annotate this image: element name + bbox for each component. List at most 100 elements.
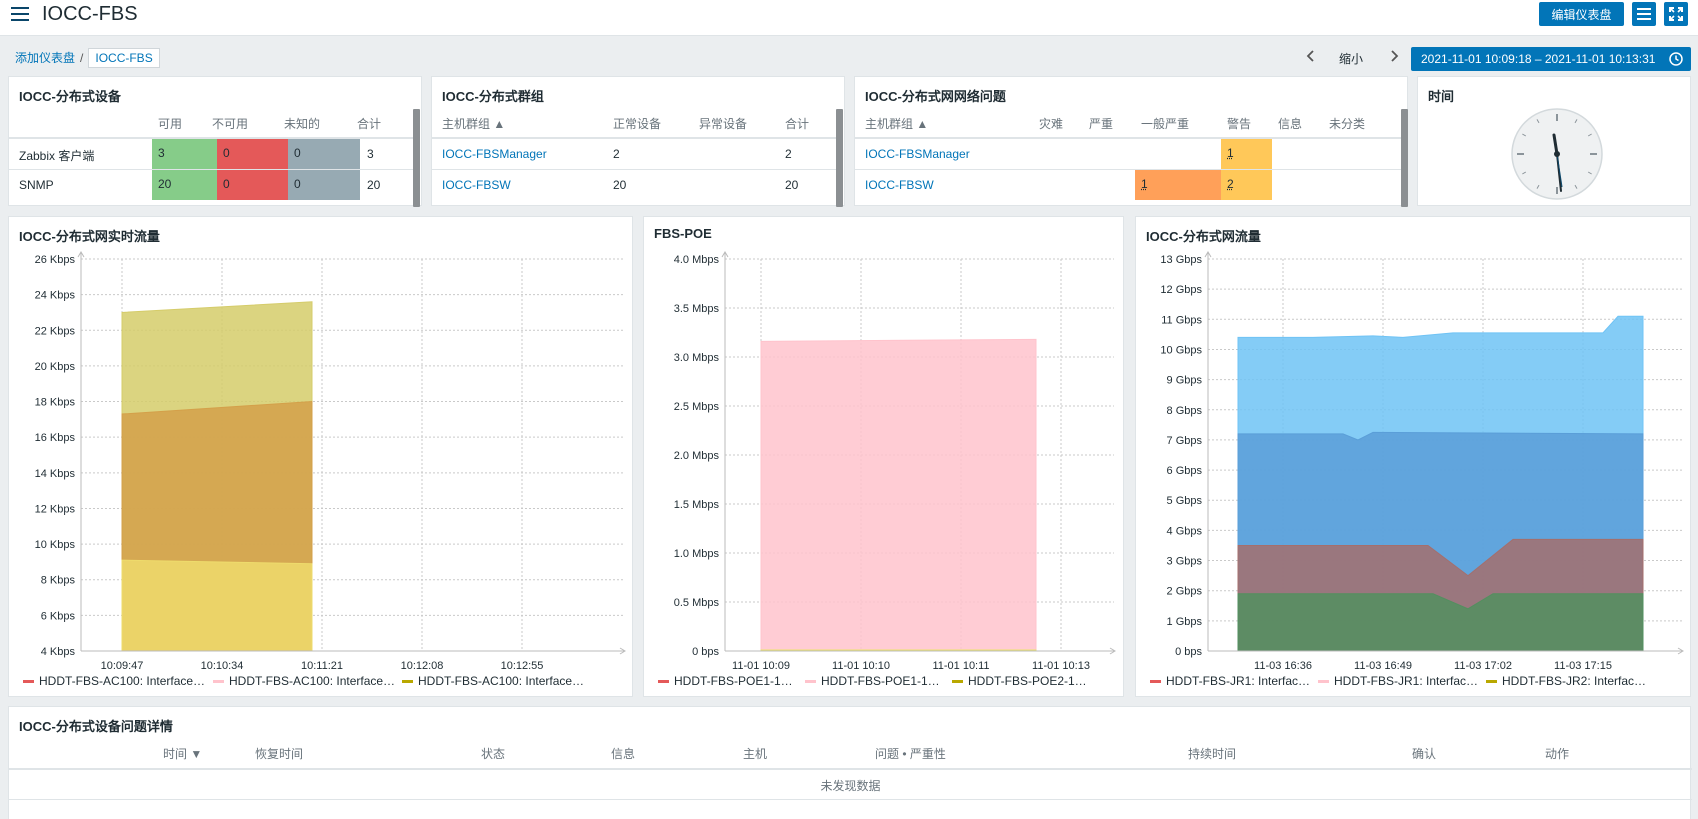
list-icon[interactable] [1632, 2, 1656, 26]
clock-widget: 时间 [1417, 76, 1691, 206]
breadcrumb-current[interactable]: IOCC-FBS [88, 48, 160, 68]
widget-title: IOCC-分布式群组 [442, 89, 544, 104]
zoom-out-button[interactable]: 缩小 [1339, 50, 1363, 67]
col-status: 状态 [481, 747, 506, 761]
average-cell[interactable]: 1 [1135, 170, 1221, 200]
page-title: IOCC-FBS [42, 3, 138, 25]
y-tick-label: 6 Gbps [1167, 465, 1203, 477]
group-link[interactable]: IOCC-FBSManager [865, 147, 970, 161]
analog-clock [1511, 108, 1603, 200]
x-tick-label: 11-01 10:09 [732, 660, 790, 672]
series-area [121, 559, 313, 652]
y-tick-label: 11 Gbps [1161, 314, 1202, 326]
group-link[interactable]: IOCC-FBSManager [442, 147, 547, 161]
graph2-widget: FBS-POE 0 bps 0.5 Mbps 1.0 Mbps 1.5 Mbps 2.0… [643, 216, 1124, 697]
col-total: 合计 [785, 117, 810, 131]
col-not-classified: 未分类 [1329, 117, 1366, 131]
y-tick-label: 4 Kbps [41, 646, 76, 658]
legend-item: HDDT-FBS-AC100: Interface… [213, 674, 395, 688]
y-tick-label: 1 Gbps [1167, 616, 1203, 628]
x-tick-label: 11-01 10:13 [1032, 660, 1090, 672]
group-link[interactable]: IOCC-FBSW [865, 178, 934, 192]
edit-dashboard-button[interactable]: 编辑仪表盘 [1539, 2, 1624, 26]
y-tick-label: 10 Gbps [1160, 344, 1202, 356]
y-tick-label: 8 Gbps [1167, 405, 1203, 417]
widget-title: 时间 [1428, 89, 1455, 104]
col-host: 主机 [743, 747, 768, 761]
unknown-cell[interactable]: 0 [288, 170, 360, 200]
col-normal: 正常设备 [613, 117, 662, 131]
col-average: 一般严重 [1141, 117, 1190, 131]
col-ack: 确认 [1412, 747, 1437, 761]
unavailable-cell[interactable]: 0 [217, 139, 288, 169]
groups-widget: IOCC-分布式群组 主机群组 ▲ 正常设备 异常设备 合计 IOCC-FBSM… [431, 76, 845, 207]
col-warning: 警告 [1227, 117, 1252, 131]
normal-value: 2 [613, 147, 620, 161]
total-value: 20 [785, 178, 799, 192]
col-available: 可用 [158, 117, 183, 131]
col-host-group[interactable]: 主机群组 ▲ [865, 115, 928, 132]
x-tick-label: 11-01 10:11 [932, 660, 989, 672]
x-tick-label: 10:11:21 [301, 660, 343, 672]
traffic-chart[interactable]: 4 Kbps 6 Kbps 8 Kbps 10 Kbps 12 Kbps 14 Kbps 1… [9, 217, 634, 678]
y-tick-label: 26 Kbps [35, 254, 76, 266]
y-tick-label: 1.5 Mbps [674, 499, 720, 511]
y-tick-label: 0 bps [692, 646, 719, 658]
col-host-group[interactable]: 主机群组 ▲ [442, 115, 505, 132]
y-tick-label: 3.0 Mbps [674, 352, 720, 364]
legend-item: HDDT-FBS-POE1-1… [658, 674, 793, 688]
y-tick-label: 2.5 Mbps [674, 401, 720, 413]
problem-details-widget: IOCC-分布式设备问题详情 时间 ▼ 恢复时间 状态 信息 主机 问题 • 严… [8, 706, 1692, 819]
col-problem-severity: 问题 • 严重性 [875, 747, 946, 761]
y-tick-label: 2.0 Mbps [674, 450, 720, 462]
scrollbar[interactable] [413, 109, 420, 207]
devices-widget: IOCC-分布式设备 可用 不可用 未知的 合计 Zabbix 客户端 3 0 … [8, 76, 422, 207]
scrollbar[interactable] [836, 109, 843, 207]
y-tick-label: 18 Kbps [35, 397, 76, 409]
y-tick-label: 1.0 Mbps [674, 548, 720, 560]
unknown-cell[interactable]: 0 [288, 139, 360, 169]
row-label: SNMP [19, 178, 54, 192]
legend-item: HDDT-FBS-POE2-1… [952, 674, 1087, 688]
unavailable-cell[interactable]: 0 [217, 170, 288, 200]
y-tick-label: 0 bps [1175, 646, 1202, 658]
widget-title: IOCC-分布式设备问题详情 [19, 719, 173, 734]
x-tick-label: 10:12:08 [401, 660, 444, 672]
y-tick-label: 7 Gbps [1167, 435, 1203, 447]
available-cell[interactable]: 20 [152, 170, 217, 200]
chevron-left-icon[interactable] [1303, 48, 1319, 64]
scrollbar[interactable] [1401, 109, 1408, 207]
time-range-button[interactable]: 2021-11-01 10:09:18 – 2021-11-01 10:13:3… [1411, 47, 1691, 71]
poe-chart[interactable]: 0 bps 0.5 Mbps 1.0 Mbps 1.5 Mbps 2.0 Mbps 2.5… [644, 217, 1125, 678]
warning-cell[interactable]: 1 [1221, 139, 1272, 169]
y-tick-label: 10 Kbps [35, 539, 76, 551]
col-time[interactable]: 时间 ▼ [163, 745, 202, 762]
hamburger-menu-icon[interactable] [11, 7, 29, 23]
col-total: 合计 [357, 117, 382, 131]
total-value: 2 [785, 147, 792, 161]
series-area [760, 338, 1037, 652]
x-tick-label: 10:10:34 [201, 660, 244, 672]
x-tick-label: 10:09:47 [101, 660, 144, 672]
x-tick-label: 11-03 16:49 [1354, 660, 1412, 672]
legend-item: HDDT-FBS-JR1: Interfac… [1318, 674, 1478, 688]
available-cell[interactable]: 3 [152, 139, 217, 169]
row-label: Zabbix 客户端 [19, 149, 95, 163]
network-traffic-chart[interactable]: 0 bps 1 Gbps 2 Gbps 3 Gbps 4 Gbps 5 Gbps 6 Gbp… [1136, 217, 1692, 678]
y-tick-label: 0.5 Mbps [674, 597, 720, 609]
group-link[interactable]: IOCC-FBSW [442, 178, 511, 192]
y-tick-label: 2 Gbps [1167, 586, 1203, 598]
chevron-right-icon[interactable] [1386, 48, 1402, 64]
col-info: 信息 [611, 747, 636, 761]
widget-title: IOCC-分布式网网络问题 [865, 89, 1006, 104]
normal-value: 20 [613, 178, 627, 192]
series-area [1237, 593, 1644, 652]
fullscreen-icon[interactable] [1664, 2, 1688, 26]
total-value: 3 [367, 147, 374, 161]
warning-cell[interactable]: 2 [1221, 170, 1272, 200]
x-tick-label: 11-01 10:10 [832, 660, 890, 672]
col-recovery-time: 恢复时间 [255, 747, 304, 761]
y-tick-label: 6 Kbps [41, 610, 76, 622]
breadcrumb-parent-link[interactable]: 添加仪表盘 [15, 51, 75, 65]
breadcrumb: 添加仪表盘 / IOCC-FBS [15, 48, 160, 68]
